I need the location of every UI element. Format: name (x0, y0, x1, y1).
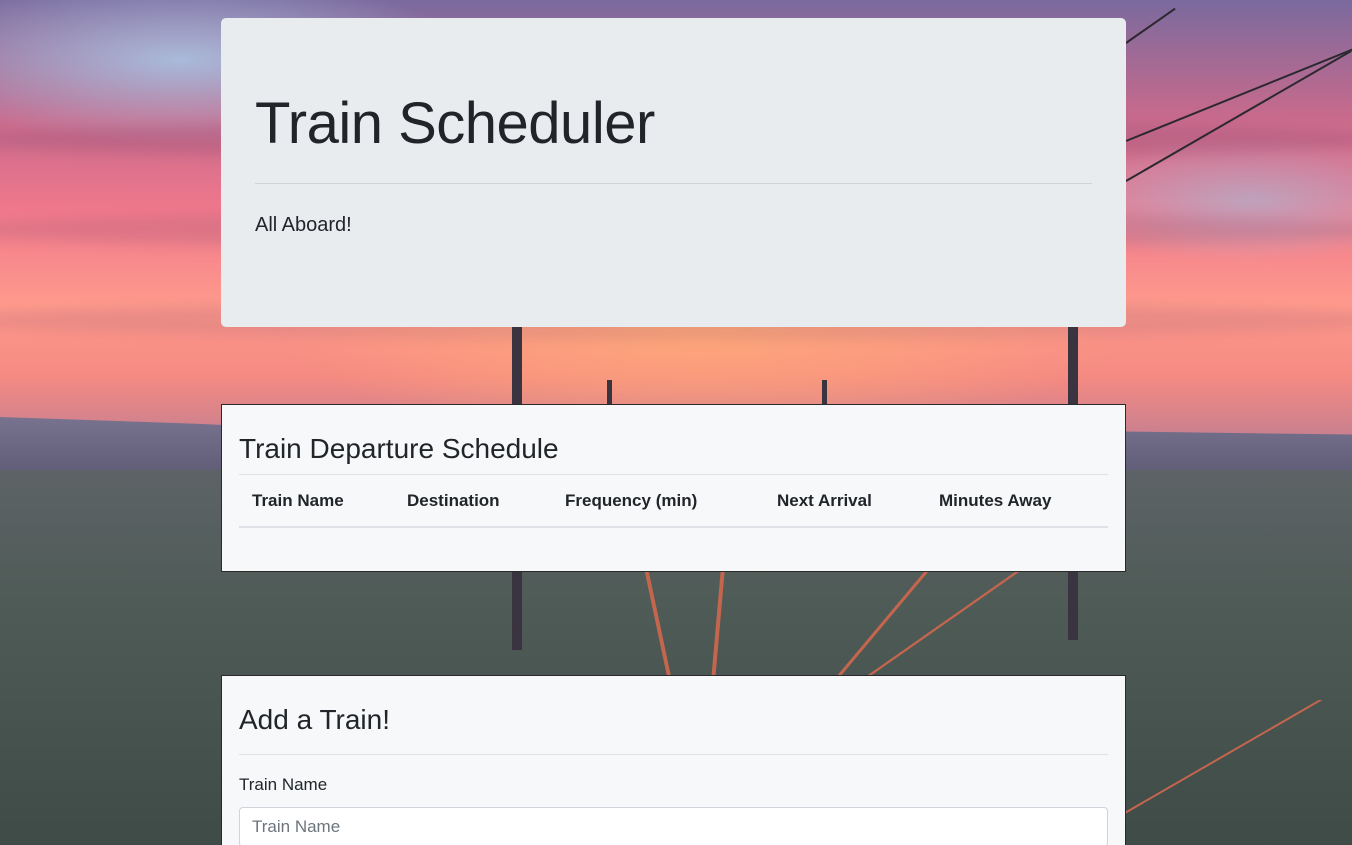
train-name-label: Train Name (239, 775, 328, 794)
page-title: Train Scheduler (255, 91, 655, 156)
column-header-next-arrival: Next Arrival (777, 491, 872, 510)
column-header-frequency: Frequency (min) (565, 491, 698, 510)
column-header-minutes-away: Minutes Away (939, 491, 1052, 510)
schedule-title: Train Departure Schedule (239, 433, 559, 464)
divider (239, 754, 1108, 755)
add-train-title: Add a Train! (239, 704, 390, 735)
column-header-destination: Destination (407, 491, 500, 510)
add-train-card: Add a Train! Train Name (221, 675, 1126, 845)
schedule-table-header: Train Name Destination Frequency (min) N… (239, 475, 1108, 528)
page-subtitle: All Aboard! (255, 214, 352, 236)
train-name-input[interactable] (239, 807, 1108, 845)
jumbotron-header: Train Scheduler All Aboard! (221, 18, 1126, 327)
schedule-card: Train Departure Schedule Train Name Dest… (221, 404, 1126, 572)
divider (255, 183, 1092, 184)
column-header-train-name: Train Name (252, 491, 344, 510)
